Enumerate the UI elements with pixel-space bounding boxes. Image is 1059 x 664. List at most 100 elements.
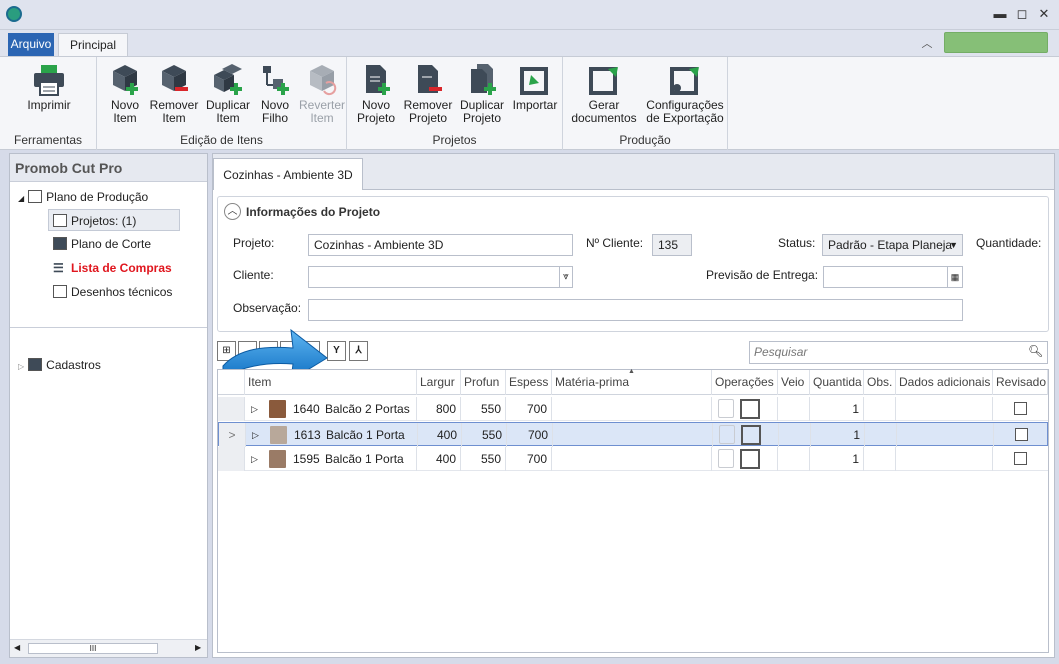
revisado-checkbox[interactable] <box>1014 452 1027 465</box>
expand-arrow-icon[interactable]: ◢ <box>18 194 24 203</box>
sidebar-item-cadastros[interactable]: ▷ Cadastros <box>18 354 101 376</box>
row-indicator-current-icon[interactable]: > <box>219 423 246 447</box>
scroll-thumb[interactable]: III <box>28 643 158 654</box>
row-indicator[interactable] <box>218 447 245 471</box>
table-row[interactable]: ▷ 1595 Balcão 1 Porta 400 550 700 1 <box>218 447 1048 471</box>
table-row-selected[interactable]: > ▷ 1613 Balcão 1 Porta 400 550 700 1 <box>218 422 1048 447</box>
table-row[interactable]: ▷ 1640 Balcão 2 Portas 800 550 700 1 <box>218 397 1048 421</box>
tab-principal[interactable]: Principal <box>58 33 128 56</box>
import-button[interactable]: Importar <box>510 63 560 112</box>
quantidade-cell[interactable]: 1 <box>810 397 864 421</box>
operation-edge-icon[interactable] <box>718 449 734 468</box>
split-icon[interactable]: ⅄ <box>349 341 368 361</box>
materia-prima-cell[interactable] <box>552 397 712 421</box>
col-veio[interactable]: Veio <box>778 370 810 395</box>
item-cell[interactable]: ▷ 1640 Balcão 2 Portas <box>245 397 417 421</box>
tab-arquivo[interactable]: Arquivo <box>8 33 54 56</box>
operacoes-cell[interactable] <box>712 397 778 421</box>
revisado-cell[interactable] <box>993 397 1048 421</box>
profundidade-cell[interactable]: 550 <box>462 423 507 447</box>
scroll-right-icon[interactable]: ▶ <box>195 643 201 652</box>
revisado-checkbox[interactable] <box>1014 402 1027 415</box>
largura-cell[interactable]: 800 <box>417 397 461 421</box>
col-dados-adicionais[interactable]: Dados adicionais <box>896 370 993 395</box>
restore-button[interactable]: ◻ <box>1012 5 1032 23</box>
revisado-cell[interactable] <box>994 423 1047 447</box>
materia-prima-cell[interactable] <box>552 447 712 471</box>
operation-border-icon[interactable] <box>741 425 761 445</box>
collapse-icon[interactable]: ︿ <box>224 203 241 220</box>
sidebar-item-desenhos-tecnicos[interactable]: Desenhos técnicos <box>53 281 172 303</box>
delivery-date-field[interactable] <box>823 266 948 288</box>
sidebar-item-plano-corte[interactable]: Plano de Corte <box>53 233 151 255</box>
expand-row-icon[interactable]: ▷ <box>251 447 258 471</box>
generate-docs-button[interactable]: Gerar documentos <box>569 63 639 125</box>
calendar-icon[interactable]: ▦ <box>947 266 963 288</box>
client-field[interactable] <box>308 266 560 288</box>
veio-cell[interactable] <box>779 423 811 447</box>
profundidade-cell[interactable]: 550 <box>461 397 506 421</box>
col-operacoes[interactable]: Operações <box>712 370 778 395</box>
obs-cell[interactable] <box>864 447 896 471</box>
item-cell[interactable]: ▷ 1613 Balcão 1 Porta <box>246 423 418 447</box>
sidebar-item-lista-compras[interactable]: ☰ Lista de Compras <box>53 257 172 279</box>
user-status-box[interactable] <box>944 32 1048 53</box>
espessura-cell[interactable]: 700 <box>506 397 552 421</box>
espessura-cell[interactable]: 700 <box>507 423 553 447</box>
new-project-button[interactable]: Novo Projeto <box>353 63 399 125</box>
remove-item-button[interactable]: Remover Item <box>148 63 200 125</box>
new-item-button[interactable]: Novo Item <box>103 63 147 125</box>
obs-cell[interactable] <box>865 423 897 447</box>
operation-border-icon[interactable] <box>740 399 760 419</box>
expand-row-icon[interactable]: ▷ <box>251 397 258 421</box>
profundidade-cell[interactable]: 550 <box>461 447 506 471</box>
operation-edge-icon[interactable] <box>718 399 734 418</box>
row-indicator[interactable] <box>218 397 245 421</box>
dados-adicionais-cell[interactable] <box>896 447 993 471</box>
largura-cell[interactable]: 400 <box>418 423 462 447</box>
col-largura[interactable]: Largur <box>417 370 461 395</box>
expand-arrow-icon[interactable]: ▷ <box>18 362 24 371</box>
client-search-icon[interactable]: ⩔ <box>559 266 573 288</box>
duplicate-project-button[interactable]: Duplicar Projeto <box>457 63 507 125</box>
largura-cell[interactable]: 400 <box>417 447 461 471</box>
status-select[interactable]: Padrão - Etapa Planeja ▼ <box>822 234 963 256</box>
materia-prima-cell[interactable] <box>553 423 713 447</box>
col-quantidade[interactable]: Quantida <box>810 370 864 395</box>
remove-project-button[interactable]: Remover Projeto <box>402 63 454 125</box>
scroll-left-icon[interactable]: ◀ <box>14 643 20 652</box>
col-item[interactable]: Item <box>245 370 417 395</box>
quantidade-cell[interactable]: 1 <box>811 423 865 447</box>
tab-cozinhas-ambiente[interactable]: Cozinhas - Ambiente 3D <box>213 158 363 190</box>
col-obs[interactable]: Obs. <box>864 370 896 395</box>
sidebar-scrollbar[interactable]: ◀ III ▶ <box>10 639 207 657</box>
search-input[interactable]: Pesquisar <box>749 341 1048 364</box>
expand-row-icon[interactable]: ▷ <box>252 423 259 447</box>
veio-cell[interactable] <box>778 447 810 471</box>
obs-cell[interactable] <box>864 397 896 421</box>
dados-adicionais-cell[interactable] <box>897 423 994 447</box>
revisado-cell[interactable] <box>993 447 1048 471</box>
dados-adicionais-cell[interactable] <box>896 397 993 421</box>
revert-item-button[interactable]: Reverter Item <box>298 63 346 125</box>
veio-cell[interactable] <box>778 397 810 421</box>
operacoes-cell[interactable] <box>713 423 779 447</box>
new-child-button[interactable]: Novo Filho <box>254 63 296 125</box>
dropdown-arrow-icon[interactable]: ▼ <box>949 235 958 255</box>
observation-field[interactable] <box>308 299 963 321</box>
item-cell[interactable]: ▷ 1595 Balcão 1 Porta <box>245 447 417 471</box>
espessura-cell[interactable]: 700 <box>506 447 552 471</box>
search-icon[interactable]: 🔍︎ <box>1028 344 1043 358</box>
project-name-field[interactable]: Cozinhas - Ambiente 3D <box>308 234 573 256</box>
print-button[interactable]: Imprimir <box>24 63 74 112</box>
quantidade-cell[interactable]: 1 <box>810 447 864 471</box>
sidebar-item-plano-producao[interactable]: ◢ Plano de Produção <box>18 186 148 208</box>
operacoes-cell[interactable] <box>712 447 778 471</box>
col-revisado[interactable]: Revisado <box>993 370 1048 395</box>
close-button[interactable]: ✕ <box>1034 5 1054 23</box>
col-espessura[interactable]: Espess <box>506 370 552 395</box>
operation-border-icon[interactable] <box>740 449 760 469</box>
minimize-button[interactable]: ▬ <box>990 5 1010 23</box>
duplicate-item-button[interactable]: Duplicar Item <box>204 63 252 125</box>
revisado-checkbox[interactable] <box>1015 428 1028 441</box>
